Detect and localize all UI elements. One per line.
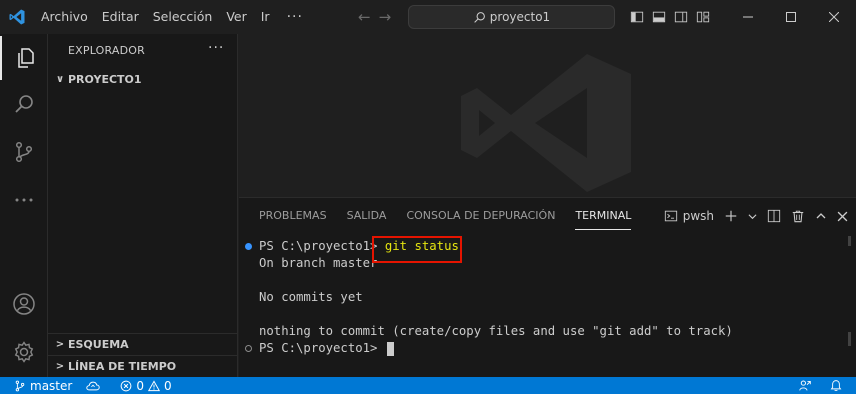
- back-arrow-icon[interactable]: ←: [358, 8, 371, 26]
- forward-arrow-icon[interactable]: →: [379, 8, 392, 26]
- search-icon: [474, 11, 485, 23]
- chevron-down-icon: ∨: [55, 73, 65, 85]
- branch-name: master: [30, 378, 73, 393]
- toggle-secondary-sidebar-icon[interactable]: [674, 10, 688, 24]
- status-bar: master 0 0: [0, 377, 856, 394]
- menu-editar[interactable]: Editar: [95, 0, 146, 34]
- panel-actions: pwsh: [664, 198, 848, 234]
- source-control-icon: [15, 141, 33, 163]
- files-icon: [18, 48, 34, 68]
- chevron-down-icon[interactable]: [748, 212, 757, 221]
- terminal-line: No commits yet: [259, 290, 363, 304]
- search-view-button[interactable]: [0, 82, 48, 126]
- terminal-output[interactable]: PS C:\proyecto1> git status On branch ma…: [239, 236, 849, 376]
- menu-more-button[interactable]: ···: [277, 9, 313, 25]
- branch-status[interactable]: master: [0, 377, 79, 394]
- more-views-button[interactable]: [0, 178, 48, 222]
- ellipsis-icon: [15, 198, 33, 202]
- timeline-section-label: LÍNEA DE TIEMPO: [68, 360, 177, 373]
- maximize-icon: [785, 12, 796, 22]
- navigation-arrows: ← →: [358, 0, 391, 34]
- terminal-shell-name: pwsh: [682, 209, 714, 223]
- title-bar: Archivo Editar Selección Ver Ir ··· ← → …: [0, 0, 856, 34]
- editor-area: [239, 34, 856, 197]
- accounts-button[interactable]: [0, 282, 48, 326]
- toggle-primary-sidebar-icon[interactable]: [630, 10, 644, 24]
- outline-section-header[interactable]: > ESQUEMA: [48, 333, 238, 355]
- chevron-right-icon: >: [55, 339, 65, 350]
- account-icon: [13, 293, 35, 315]
- bottom-panel: PROBLEMAS SALIDA CONSOLA DE DEPURACIÓN T…: [239, 197, 856, 377]
- vscode-watermark-icon: [461, 54, 631, 192]
- maximize-panel-icon[interactable]: [815, 210, 827, 222]
- command-center-search[interactable]: proyecto1: [408, 5, 615, 29]
- terminal-line: nothing to commit (create/copy files and…: [259, 324, 733, 338]
- outline-section-label: ESQUEMA: [68, 338, 129, 351]
- bell-icon: [830, 380, 842, 391]
- add-terminal-icon[interactable]: [724, 209, 738, 223]
- sync-status[interactable]: [79, 377, 107, 394]
- vscode-logo-icon: [0, 0, 34, 34]
- error-icon: [120, 380, 132, 391]
- terminal-line-prompt: PS C:\proyecto1>: [259, 340, 394, 357]
- chevron-right-icon: >: [55, 361, 65, 372]
- menu-ir[interactable]: Ir: [254, 0, 277, 34]
- terminal-cursor: [386, 341, 394, 356]
- close-panel-icon[interactable]: [837, 211, 848, 222]
- project-folder-label: PROYECTO1: [68, 72, 142, 86]
- search-icon: [15, 95, 33, 113]
- source-control-icon: [15, 380, 25, 391]
- terminal-prompt: PS C:\proyecto1>: [259, 239, 385, 253]
- tab-debug-console[interactable]: CONSOLA DE DEPURACIÓN: [396, 198, 565, 234]
- project-folder-header[interactable]: ∨ PROYECTO1: [48, 68, 238, 90]
- manage-button[interactable]: [0, 330, 48, 374]
- terminal-scroll-marker: [848, 332, 851, 346]
- minimize-icon: [742, 16, 753, 18]
- error-count: 0: [136, 378, 144, 393]
- panel-tabs: PROBLEMAS SALIDA CONSOLA DE DEPURACIÓN T…: [239, 198, 641, 234]
- tab-output[interactable]: SALIDA: [337, 198, 397, 234]
- terminal-prompt: PS C:\proyecto1>: [259, 341, 385, 355]
- terminal-scroll-marker: [848, 236, 851, 246]
- problems-status[interactable]: 0 0: [113, 377, 178, 394]
- menu-archivo[interactable]: Archivo: [34, 0, 95, 34]
- trash-icon[interactable]: [791, 209, 805, 223]
- warning-icon: [147, 379, 160, 391]
- cloud-sync-icon: [86, 381, 101, 390]
- close-button[interactable]: [812, 0, 855, 34]
- accounts-share-icon: [799, 380, 811, 391]
- command-decoration[interactable]: [245, 345, 252, 352]
- terminal-shell-selector[interactable]: pwsh: [664, 209, 714, 223]
- explorer-title: EXPLORADOR: [68, 44, 146, 57]
- menu-seleccion[interactable]: Selección: [146, 0, 220, 34]
- layout-controls: [630, 0, 710, 34]
- command-highlight-box: [372, 236, 462, 263]
- warning-count: 0: [163, 378, 172, 393]
- live-share-status[interactable]: [788, 377, 822, 394]
- timeline-section-header[interactable]: > LÍNEA DE TIEMPO: [48, 355, 238, 377]
- gear-icon: [14, 341, 34, 363]
- split-terminal-icon[interactable]: [767, 209, 781, 223]
- command-success-decoration[interactable]: [245, 243, 252, 250]
- customize-layout-icon[interactable]: [696, 10, 710, 24]
- search-text: proyecto1: [489, 10, 551, 24]
- source-control-button[interactable]: [0, 130, 48, 174]
- explorer-sidebar: EXPLORADOR ··· ∨ PROYECTO1 > ESQUEMA > L…: [48, 34, 238, 377]
- maximize-button[interactable]: [769, 0, 812, 34]
- status-bar-right: [788, 377, 856, 394]
- tab-problems[interactable]: PROBLEMAS: [249, 198, 337, 234]
- terminal-icon: [664, 210, 677, 222]
- menu-bar: Archivo Editar Selección Ver Ir ···: [34, 0, 313, 34]
- toggle-panel-icon[interactable]: [652, 10, 666, 24]
- close-icon: [828, 12, 839, 22]
- terminal-line: On branch master: [259, 256, 378, 270]
- activity-bar: [0, 34, 48, 377]
- minimize-button[interactable]: [726, 0, 769, 34]
- window-controls: [726, 0, 855, 34]
- explorer-more-button[interactable]: ···: [208, 40, 224, 56]
- explorer-button[interactable]: [0, 36, 48, 80]
- notifications-button[interactable]: [822, 377, 856, 394]
- menu-ver[interactable]: Ver: [219, 0, 253, 34]
- tab-terminal[interactable]: TERMINAL: [565, 198, 641, 234]
